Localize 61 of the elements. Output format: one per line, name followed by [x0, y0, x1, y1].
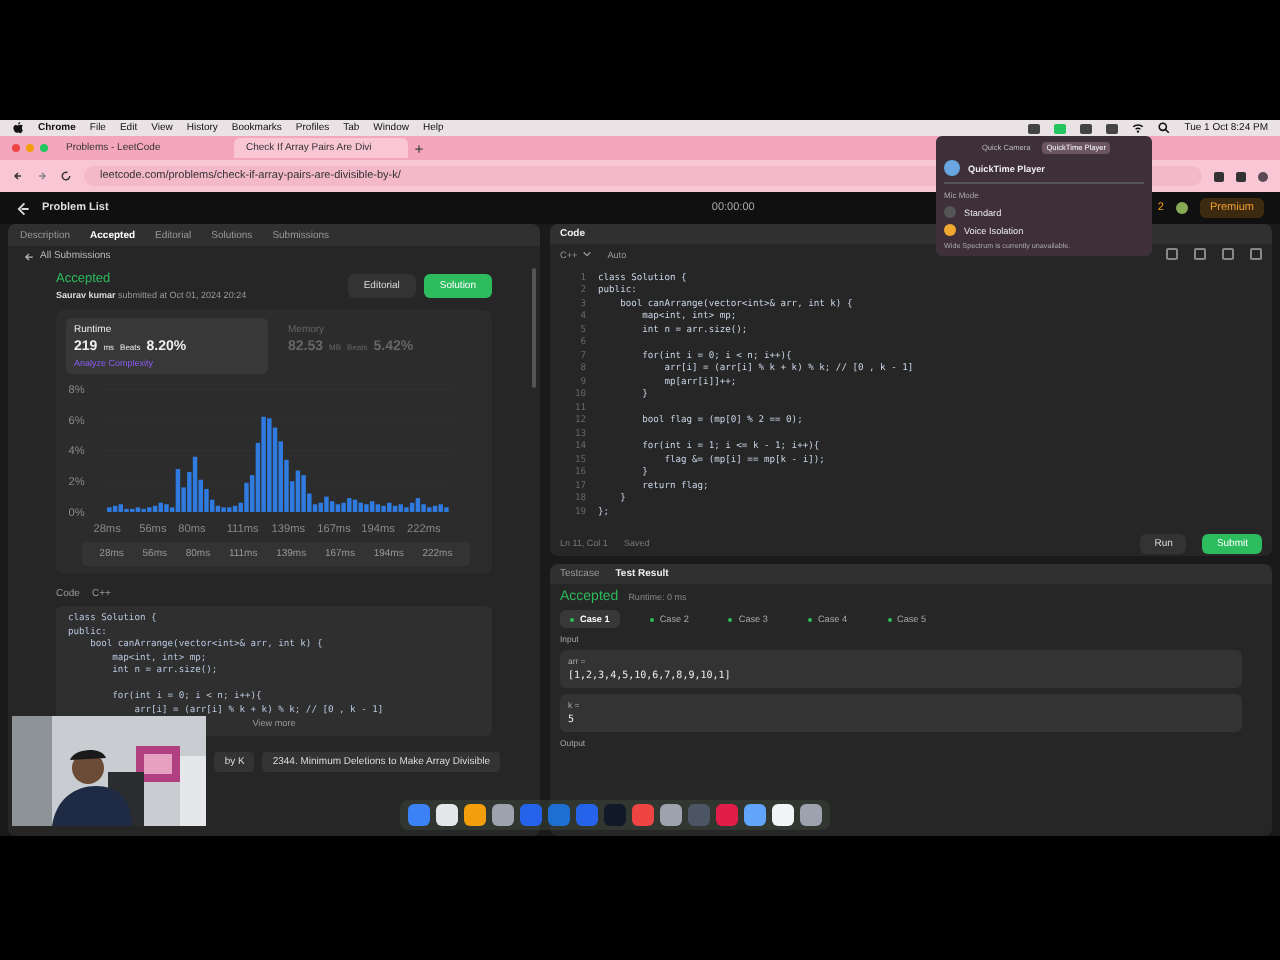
back-icon[interactable]	[12, 170, 24, 182]
bar	[278, 441, 283, 512]
dock-app-icon[interactable]	[660, 804, 682, 826]
bar	[284, 459, 289, 512]
extension-icon[interactable]	[1214, 171, 1224, 181]
bar	[347, 498, 352, 512]
bar	[175, 468, 181, 512]
toolbar-icon[interactable]	[1194, 248, 1206, 260]
dock-app-icon[interactable]	[772, 804, 794, 826]
bar	[164, 504, 169, 512]
toolbar-icon[interactable]	[1166, 248, 1178, 260]
bar	[335, 504, 341, 512]
dock-app-icon[interactable]	[744, 804, 766, 826]
bar	[415, 498, 421, 512]
bar	[438, 504, 443, 512]
caret-icon[interactable]	[581, 250, 592, 258]
minimize-dot[interactable]	[26, 144, 34, 152]
bar	[341, 502, 346, 512]
bar	[301, 475, 306, 512]
bar	[358, 502, 363, 512]
status-icon[interactable]	[1028, 123, 1041, 133]
extension-icon[interactable]	[1236, 171, 1246, 181]
bar	[421, 504, 426, 512]
dock-app-icon[interactable]	[436, 804, 458, 826]
toolbar-icon[interactable]	[1250, 248, 1262, 260]
bar	[329, 501, 335, 512]
bar	[381, 505, 386, 512]
close-dot[interactable]	[12, 144, 20, 152]
toolbar-icon[interactable]	[1222, 248, 1234, 260]
logo-icon[interactable]	[16, 201, 30, 215]
avatar-icon[interactable]	[1175, 202, 1188, 214]
dock-app-icon[interactable]	[464, 804, 486, 826]
bar	[364, 504, 369, 512]
app-icon	[944, 160, 960, 176]
bar	[181, 487, 186, 512]
back-arrow-icon[interactable]	[24, 251, 34, 261]
bar	[255, 442, 261, 512]
bar	[204, 488, 209, 512]
zoom-dot[interactable]	[40, 144, 48, 152]
dock-app-icon[interactable]	[800, 804, 822, 826]
search-icon[interactable]	[1158, 122, 1171, 134]
new-tab-icon[interactable]	[414, 143, 424, 153]
apple-icon[interactable]	[12, 122, 24, 134]
bar	[118, 504, 124, 512]
bar	[289, 481, 295, 512]
profile-icon[interactable]	[1258, 171, 1268, 181]
bar	[244, 482, 249, 512]
bar	[249, 475, 255, 512]
bar	[307, 493, 312, 512]
reload-icon[interactable]	[60, 170, 72, 182]
bar	[312, 504, 318, 512]
bar	[387, 502, 392, 512]
bar	[398, 504, 403, 512]
bar	[261, 416, 266, 512]
wifi-icon[interactable]	[1132, 122, 1145, 134]
bar	[369, 501, 375, 512]
bar	[324, 496, 329, 512]
bar	[267, 418, 272, 512]
bar	[375, 504, 381, 512]
bar	[187, 472, 192, 512]
dock-app-icon[interactable]	[492, 804, 514, 826]
